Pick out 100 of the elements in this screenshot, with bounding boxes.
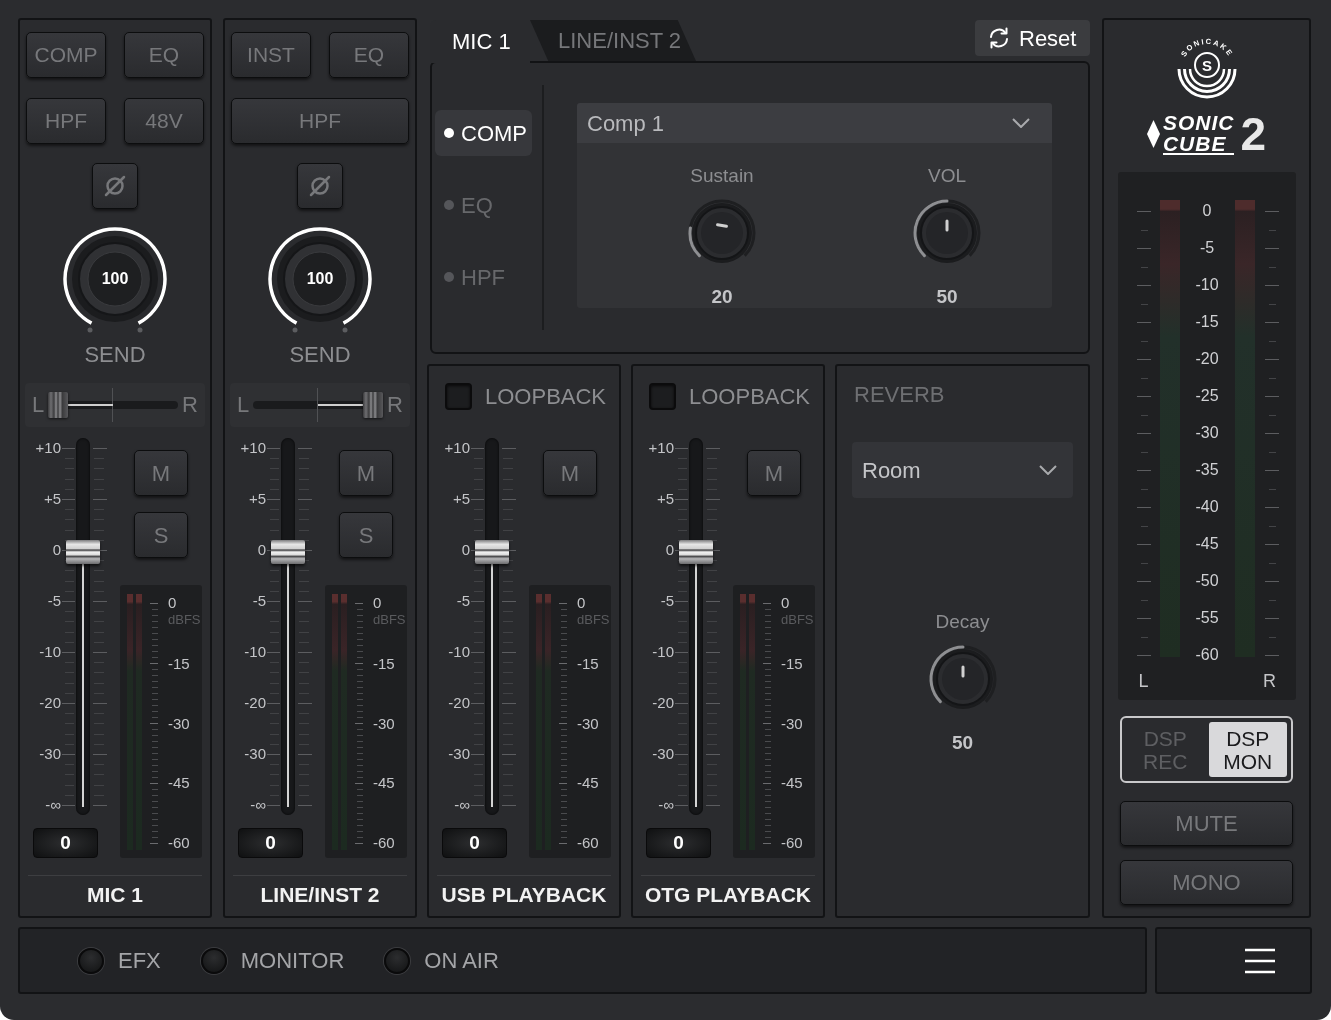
fader-scale-label: -10 xyxy=(39,642,61,662)
pan-slider-track[interactable] xyxy=(253,388,384,422)
fader-value-field[interactable]: 0 xyxy=(238,828,303,858)
diamond-icon xyxy=(1146,119,1160,148)
effect-tab[interactable]: HPF xyxy=(435,254,532,300)
meter-scale-label: -15 xyxy=(781,654,804,674)
fader-value-field[interactable]: 0 xyxy=(442,828,507,858)
fader-thumb[interactable] xyxy=(271,539,305,564)
circle-slash-icon xyxy=(309,175,331,197)
fader-scale-label: +5 xyxy=(248,489,266,509)
effect-tab[interactable]: EQ xyxy=(435,182,532,228)
channel-name: MIC 1 xyxy=(87,882,143,908)
fader-scale-label: -5 xyxy=(47,591,61,611)
meter-scale-label: -45 xyxy=(1195,534,1219,554)
fader-scale-label: -30 xyxy=(448,744,470,764)
channel-toggle-button[interactable]: HPF xyxy=(231,98,409,144)
m-button[interactable]: M xyxy=(134,450,188,496)
meter-scale-label: -35 xyxy=(1195,460,1219,480)
fader-track[interactable] xyxy=(475,436,509,817)
indicator-label: EFX xyxy=(118,947,161,974)
meter-scale-label: -45 xyxy=(577,773,600,793)
meter-scale-label: -60 xyxy=(168,833,191,853)
meter-channel-label: L xyxy=(1137,671,1150,691)
meter-scale-label: -55 xyxy=(1195,608,1219,628)
fader-thumb[interactable] xyxy=(679,539,713,564)
fader-track[interactable] xyxy=(679,436,713,817)
fader-scale-label: -20 xyxy=(39,693,61,713)
channel-toggle-button[interactable]: EQ xyxy=(124,32,204,78)
meter-scale-label: 0 xyxy=(577,593,587,613)
fader-thumb[interactable] xyxy=(475,539,509,564)
pan-slider-thumb[interactable] xyxy=(363,392,384,418)
channel-toggle-button[interactable]: EQ xyxy=(329,32,409,78)
channel-name: LINE/INST 2 xyxy=(260,882,380,908)
fader-scale-label: -30 xyxy=(652,744,674,764)
meter-scale-label: -30 xyxy=(781,714,804,734)
tab[interactable]: LINE/INST 2 xyxy=(530,20,696,61)
phase-button[interactable] xyxy=(297,163,343,209)
knob-label: Decay xyxy=(935,611,990,633)
mode-option[interactable]: DSP MON xyxy=(1208,722,1287,777)
fader-scale-label: -20 xyxy=(652,693,674,713)
knob-value: 50 xyxy=(951,732,974,754)
fader-thumb[interactable] xyxy=(66,539,100,564)
refresh-icon xyxy=(987,26,1011,50)
fader-scale-label: -5 xyxy=(660,591,674,611)
s-button[interactable]: S xyxy=(134,512,188,558)
send-label: SEND xyxy=(84,343,146,367)
fader-value-field[interactable]: 0 xyxy=(646,828,711,858)
fader-scale-label: -20 xyxy=(244,693,266,713)
fader-value-field[interactable]: 0 xyxy=(33,828,98,858)
loopback-checkbox[interactable] xyxy=(445,383,472,410)
channel-toggle-button[interactable]: COMP xyxy=(26,32,106,78)
fader-track[interactable] xyxy=(271,436,305,817)
phase-button[interactable] xyxy=(92,163,138,209)
fader-scale-label: 0 xyxy=(665,540,674,560)
meter-scale-label: -30 xyxy=(577,714,600,734)
s-button[interactable]: S xyxy=(339,512,393,558)
master-mute-button[interactable]: MUTE xyxy=(1120,801,1293,846)
meter-scale-label: -30 xyxy=(1195,423,1219,443)
fader-scale-label: 0 xyxy=(257,540,266,560)
indicator-label: ON AIR xyxy=(424,947,499,974)
fader-scale-label: -30 xyxy=(244,744,266,764)
fader-scale-label: -5 xyxy=(252,591,266,611)
meter-scale-label: -45 xyxy=(373,773,396,793)
fader-scale-label: +10 xyxy=(240,438,266,458)
m-button[interactable]: M xyxy=(543,450,597,496)
m-button[interactable]: M xyxy=(747,450,801,496)
pan-slider-thumb[interactable] xyxy=(48,392,69,418)
channel-toggle-button[interactable]: INST xyxy=(231,32,311,78)
pan-left-label: L xyxy=(32,393,45,417)
meter-scale-label: 0 xyxy=(168,593,178,613)
pan-slider-track[interactable] xyxy=(48,388,179,422)
loopback-checkbox[interactable] xyxy=(649,383,676,410)
chevron-down-icon xyxy=(1012,118,1030,128)
effect-tab[interactable]: COMP xyxy=(435,110,532,156)
meter-scale-label: -15 xyxy=(373,654,396,674)
meter-scale-label: -50 xyxy=(1195,571,1219,591)
meter-scale-label: -45 xyxy=(168,773,191,793)
meter-scale-label: 0 xyxy=(781,593,791,613)
meter-scale-label: -15 xyxy=(168,654,191,674)
fader-scale-label: 0 xyxy=(461,540,470,560)
channel-toggle-button[interactable]: HPF xyxy=(26,98,106,144)
m-button[interactable]: M xyxy=(339,450,393,496)
fader-track[interactable] xyxy=(66,436,100,817)
channel-name: OTG PLAYBACK xyxy=(644,882,812,908)
meter-scale-label: -45 xyxy=(781,773,804,793)
knob-label: VOL xyxy=(928,165,966,187)
preset-dropdown[interactable]: Comp 1 xyxy=(577,103,1052,143)
meter-scale-label: 0 xyxy=(1202,201,1212,221)
channel-toggle-button[interactable]: 48V xyxy=(124,98,204,144)
reset-button[interactable]: Reset xyxy=(975,20,1090,56)
loopback-label: LOOPBACK xyxy=(689,383,811,410)
fader-scale-label: -∞ xyxy=(658,795,674,815)
meter-scale-label: -10 xyxy=(1195,275,1219,295)
reverb-preset-dropdown[interactable]: Room xyxy=(852,442,1073,498)
mono-button[interactable]: MONO xyxy=(1120,860,1293,905)
dot-icon xyxy=(444,200,454,210)
meter-scale-label: -60 xyxy=(577,833,600,853)
meter-scale-label: -40 xyxy=(1195,497,1219,517)
menu-button[interactable] xyxy=(1155,927,1312,994)
fader-scale-label: +5 xyxy=(656,489,674,509)
